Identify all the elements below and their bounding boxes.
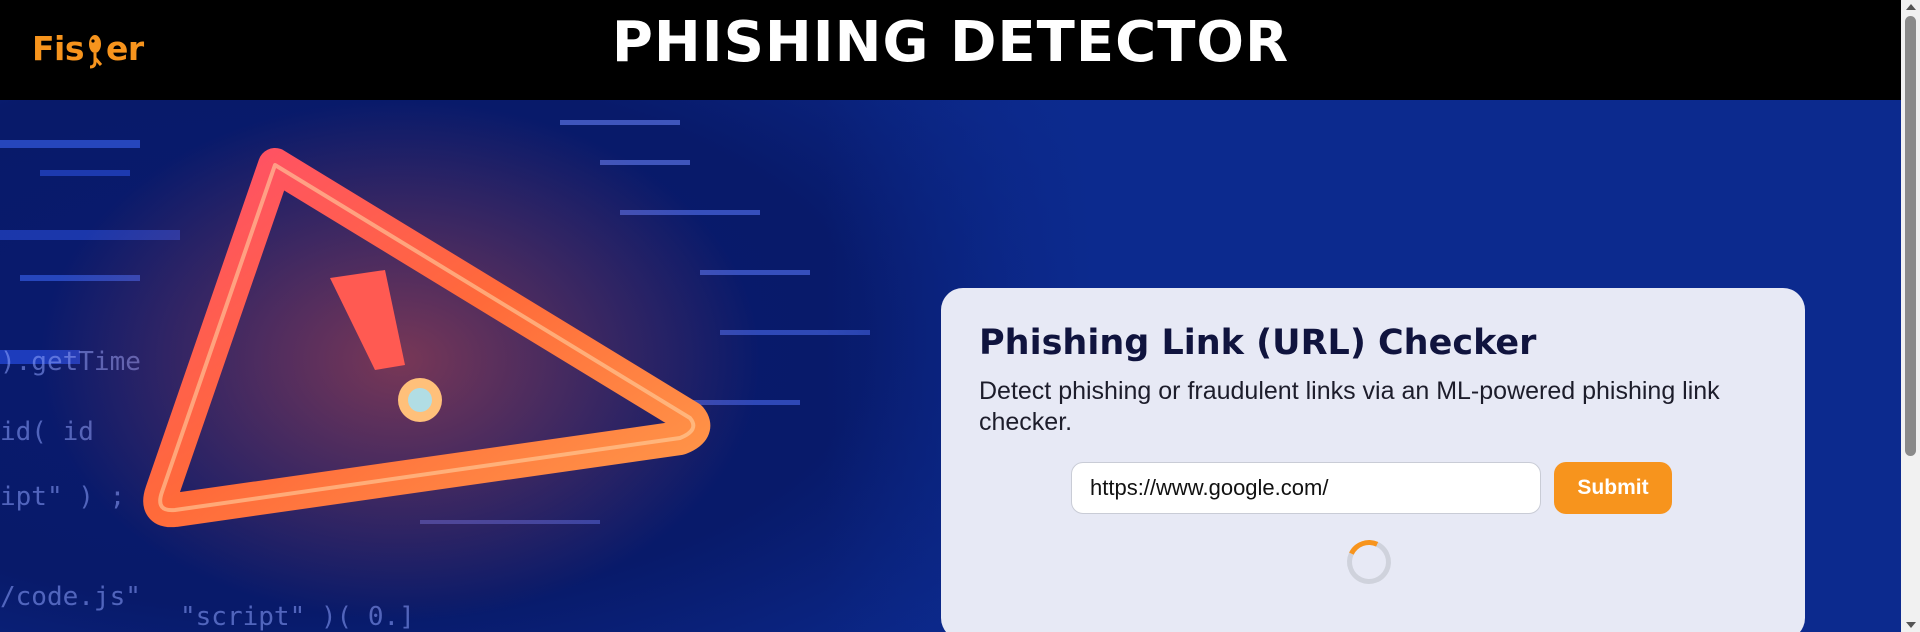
scrollbar-thumb[interactable]	[1905, 16, 1916, 456]
hero-background-art: ).getTime id( id ipt" ) ; /code.js" "scr…	[0, 100, 1100, 632]
loading-spinner-icon	[1340, 533, 1398, 591]
page-title: PHISHING DETECTOR	[611, 10, 1290, 75]
scroll-up-arrow-icon[interactable]	[1906, 4, 1916, 10]
url-form: Submit	[1071, 462, 1672, 514]
hero-section: ).getTime id( id ipt" ) ; /code.js" "scr…	[0, 100, 1901, 632]
scroll-down-arrow-icon[interactable]	[1906, 622, 1916, 628]
url-checker-card: Phishing Link (URL) Checker Detect phish…	[941, 288, 1805, 632]
vertical-scrollbar[interactable]	[1901, 0, 1920, 632]
url-input[interactable]	[1071, 462, 1541, 514]
submit-button[interactable]: Submit	[1554, 462, 1672, 514]
card-title: Phishing Link (URL) Checker	[979, 323, 1537, 363]
page: Fis er PHISHING DETECTOR Phishing Link (…	[0, 0, 1920, 632]
card-description: Detect phishing or fraudulent links via …	[979, 377, 1720, 436]
header-bar: Fis er PHISHING DETECTOR	[0, 0, 1901, 100]
